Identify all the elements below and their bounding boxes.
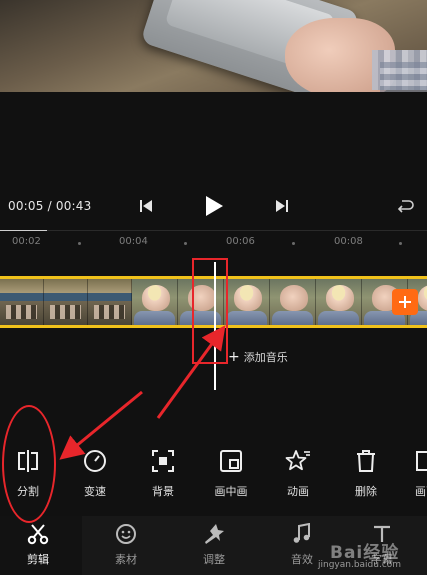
play-icon bbox=[206, 196, 223, 216]
ruler-tick-label: 00:08 bbox=[334, 236, 363, 247]
progress-track bbox=[0, 230, 427, 231]
smiley-sticker-icon bbox=[113, 522, 139, 546]
animation-star-icon bbox=[285, 448, 311, 474]
tool-label: 删除 bbox=[355, 485, 377, 498]
play-button[interactable] bbox=[200, 193, 228, 219]
undo-button[interactable] bbox=[393, 195, 419, 217]
clip-thumbnail bbox=[270, 279, 316, 325]
clip-thumbnail bbox=[316, 279, 362, 325]
clip-thumbnail bbox=[132, 279, 178, 325]
speedometer-icon bbox=[82, 448, 108, 474]
skip-back-icon bbox=[140, 200, 152, 212]
tool-delete[interactable]: 删除 bbox=[338, 448, 394, 499]
trash-icon bbox=[353, 448, 379, 474]
annotation-highlight-box bbox=[192, 258, 228, 364]
magic-wand-icon bbox=[201, 522, 227, 546]
annotation-highlight-ellipse bbox=[2, 405, 56, 523]
add-music-button[interactable]: + 添加音乐 bbox=[228, 349, 288, 365]
tool-picture-in-picture[interactable]: 画中画 bbox=[203, 448, 259, 499]
plus-icon: + bbox=[228, 349, 240, 365]
watermark-url: jingyan.baidu.com bbox=[318, 560, 402, 570]
clip-thumbnail bbox=[88, 279, 132, 325]
nav-label: 调整 bbox=[203, 553, 225, 566]
tool-background[interactable]: 背景 bbox=[135, 448, 191, 499]
undo-icon bbox=[397, 200, 414, 213]
ruler-dot bbox=[184, 242, 187, 245]
ruler-dot bbox=[292, 242, 295, 245]
tool-speed[interactable]: 变速 bbox=[67, 448, 123, 499]
plus-icon bbox=[399, 296, 411, 308]
tool-label: 画中画 bbox=[214, 485, 248, 498]
playback-time: 00:05 / 00:43 bbox=[8, 199, 92, 213]
frame-icon bbox=[413, 448, 427, 474]
previous-frame-button[interactable] bbox=[134, 196, 158, 216]
tool-animation[interactable]: 动画 bbox=[270, 448, 326, 499]
skip-forward-icon bbox=[276, 200, 288, 212]
background-icon bbox=[150, 448, 176, 474]
nav-edit[interactable]: 剪辑 bbox=[8, 522, 68, 567]
ruler-tick-label: 00:02 bbox=[12, 236, 41, 247]
music-note-icon bbox=[289, 522, 315, 546]
tool-frame[interactable]: 画面 bbox=[398, 448, 427, 499]
add-music-label: 添加音乐 bbox=[243, 351, 288, 364]
edit-toolbar: 分割 变速 背景 画中画 动画 删除 画 bbox=[0, 448, 427, 504]
tool-label: 画面 bbox=[415, 485, 427, 498]
nav-label: 剪辑 bbox=[27, 553, 49, 566]
nav-label: 素材 bbox=[115, 553, 137, 566]
add-clip-button[interactable] bbox=[392, 289, 418, 315]
next-frame-button[interactable] bbox=[270, 196, 294, 216]
ruler-dot bbox=[399, 242, 402, 245]
scissors-icon bbox=[25, 522, 51, 546]
ruler-tick-label: 00:04 bbox=[119, 236, 148, 247]
tool-label: 背景 bbox=[152, 485, 174, 498]
preview-mosaic-blur-2 bbox=[380, 62, 427, 92]
ruler-dot bbox=[78, 242, 81, 245]
tool-label: 动画 bbox=[287, 485, 309, 498]
nav-adjust[interactable]: 调整 bbox=[184, 522, 244, 567]
nav-label: 音效 bbox=[291, 553, 313, 566]
nav-material[interactable]: 素材 bbox=[96, 522, 156, 567]
ruler-tick-label: 00:06 bbox=[226, 236, 255, 247]
timeline-ruler[interactable]: 00:02 00:04 00:06 00:08 bbox=[0, 230, 427, 254]
clip-thumbnail bbox=[44, 279, 88, 325]
clip-thumbnail bbox=[224, 279, 270, 325]
clip-thumbnail bbox=[0, 279, 44, 325]
progress-fill bbox=[0, 230, 47, 231]
picture-in-picture-icon bbox=[218, 448, 244, 474]
video-preview[interactable] bbox=[0, 0, 427, 92]
tool-label: 变速 bbox=[84, 485, 106, 498]
